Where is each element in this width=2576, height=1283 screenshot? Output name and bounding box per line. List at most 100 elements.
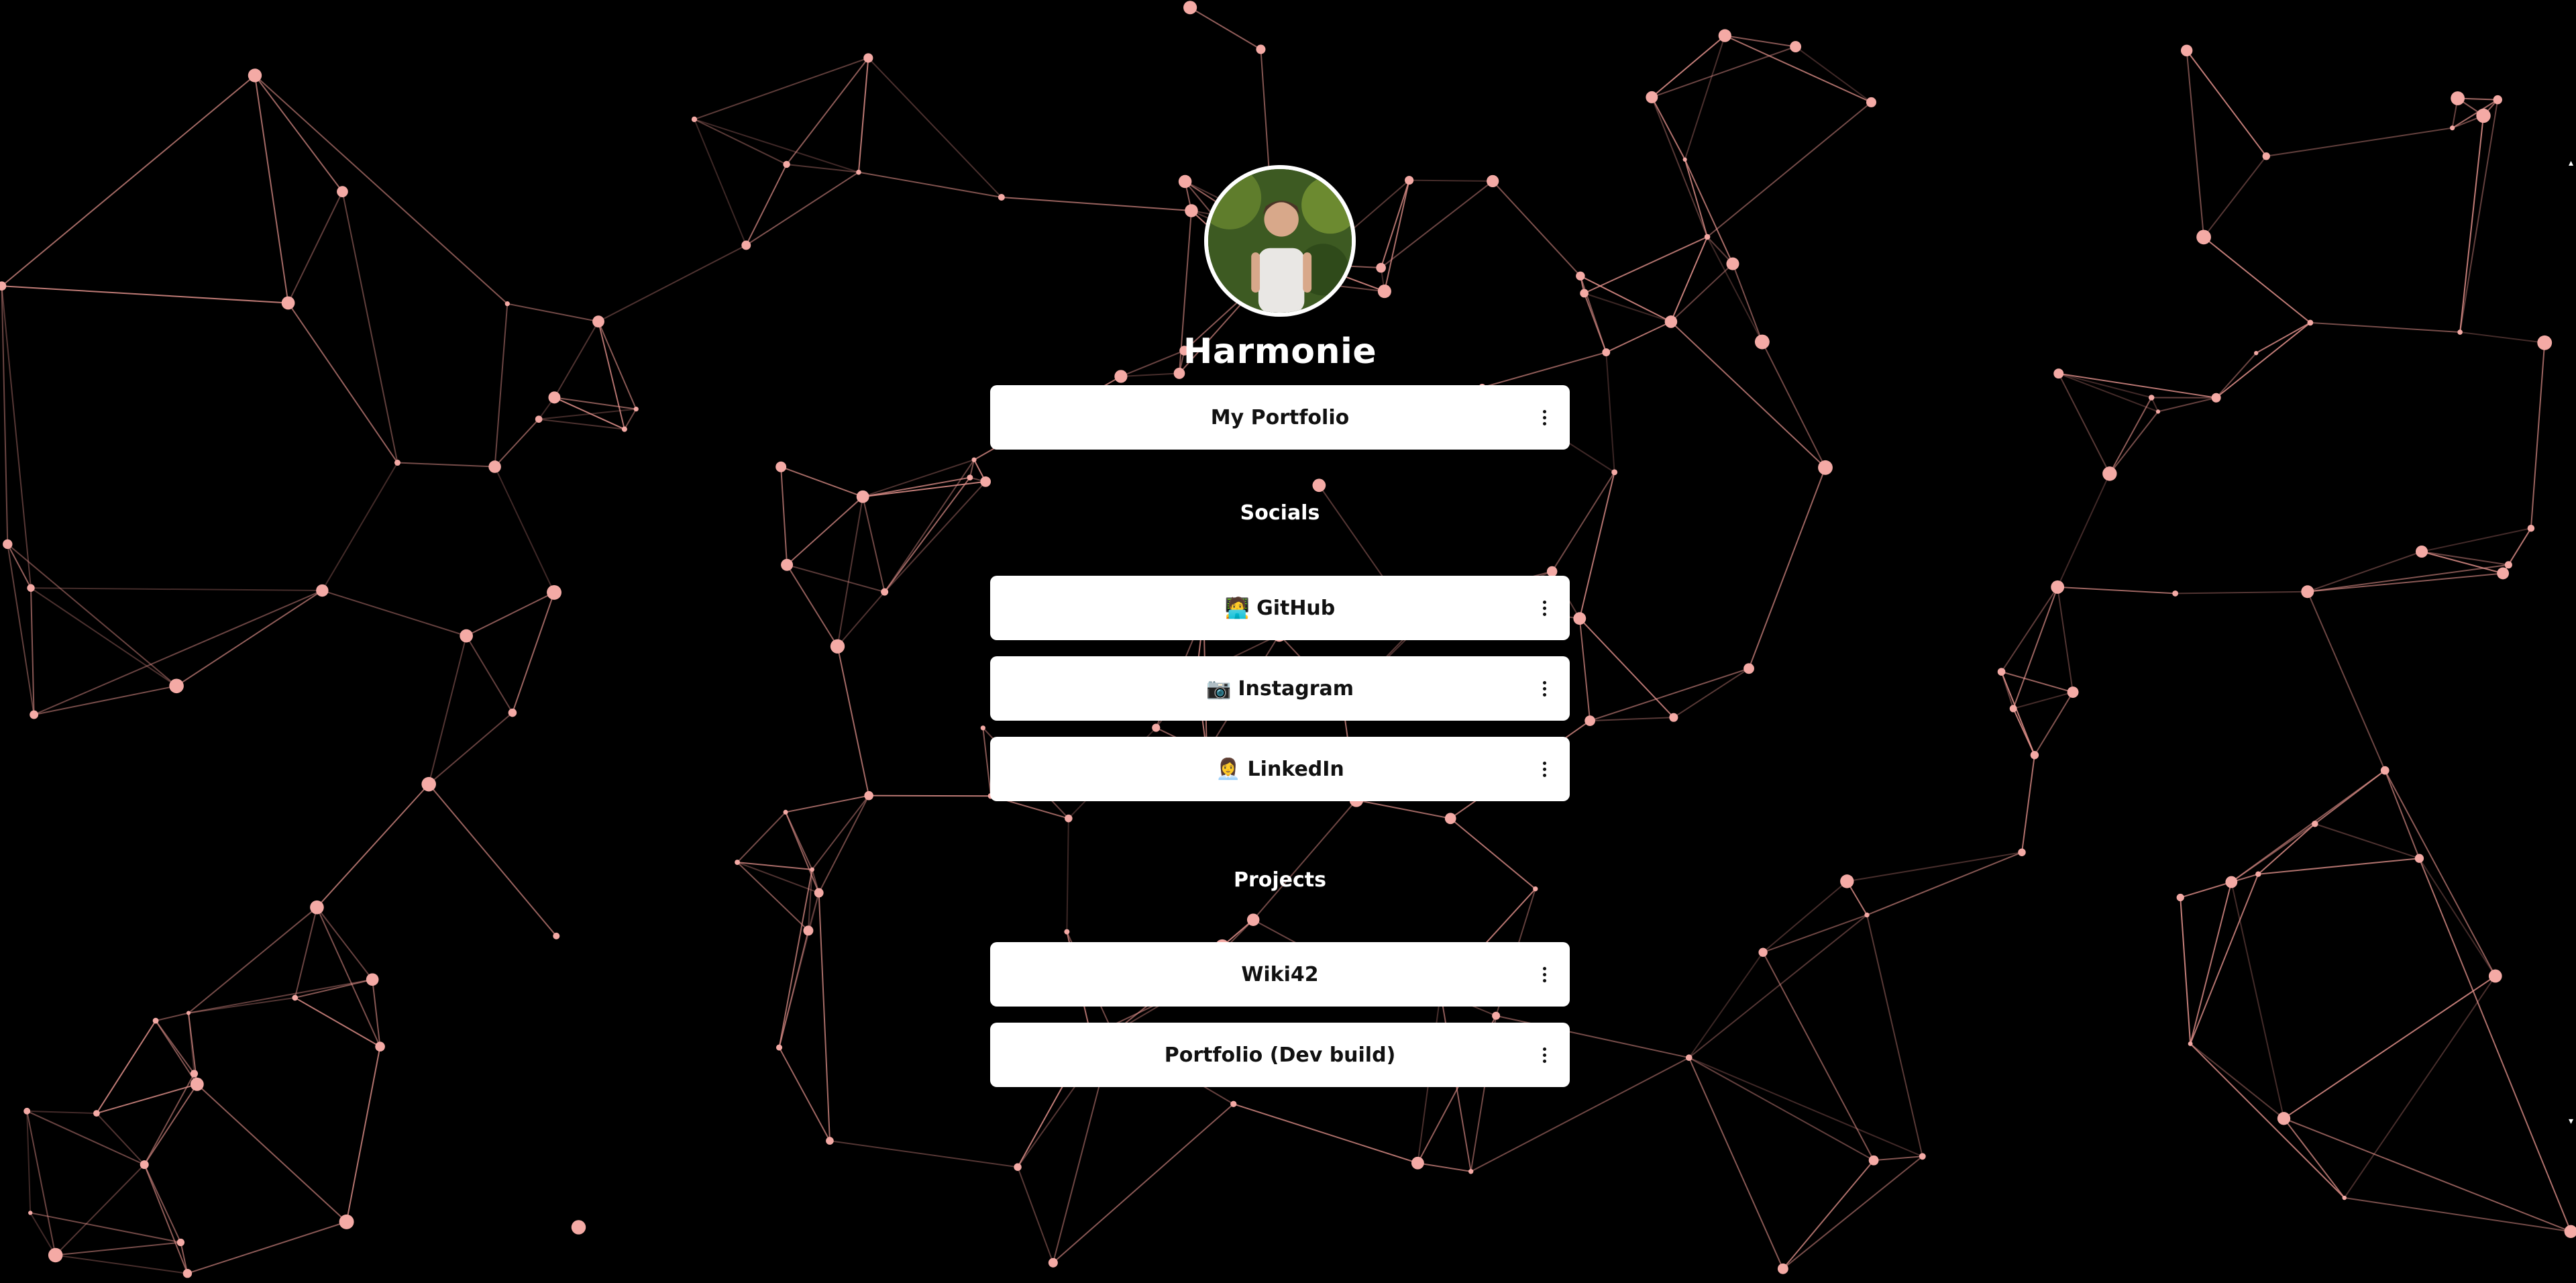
github-link-button[interactable]: 🧑‍💻 GitHub: [990, 576, 1570, 640]
network-node: [553, 932, 560, 939]
network-node: [2225, 876, 2238, 888]
network-node: [633, 407, 639, 412]
network-line: [778, 1047, 830, 1141]
network-node: [2493, 95, 2502, 105]
network-line: [2203, 156, 2267, 238]
network-line: [1, 286, 9, 544]
network-node: [741, 240, 751, 250]
kebab-menu-icon[interactable]: [1536, 404, 1552, 431]
avatar-photo: [1208, 169, 1352, 313]
network-line: [2057, 586, 2074, 692]
network-line: [1578, 472, 1615, 619]
scroll-up-arrow-icon[interactable]: ▴: [2569, 158, 2573, 168]
network-node: [2415, 545, 2428, 558]
network-node: [504, 301, 510, 307]
network-node: [2255, 871, 2261, 877]
network-node: [783, 160, 790, 168]
network-node: [2450, 125, 2455, 131]
network-line: [34, 590, 323, 716]
network-node: [460, 629, 473, 643]
network-node: [1818, 460, 1833, 475]
scroll-down-arrow-icon[interactable]: ▾: [2569, 1117, 2573, 1126]
network-line: [1782, 1156, 1923, 1270]
network-line: [1584, 236, 1708, 294]
portfolio-dev-build-link-button[interactable]: Portfolio (Dev build): [990, 1023, 1570, 1087]
network-line: [2000, 586, 2059, 672]
network-line: [1866, 852, 2023, 916]
network-line: [254, 74, 508, 305]
network-line: [785, 811, 820, 893]
network-line: [1590, 717, 1674, 722]
network-line: [254, 74, 343, 193]
network-line: [144, 1084, 198, 1166]
network-node: [1048, 1258, 1058, 1268]
network-node: [28, 1211, 33, 1215]
kebab-menu-icon[interactable]: [1536, 595, 1552, 621]
network-line: [1782, 1160, 1874, 1270]
network-line: [2384, 770, 2496, 977]
network-line: [2257, 823, 2316, 875]
kebab-menu-icon[interactable]: [1536, 1041, 1552, 1068]
network-node: [2342, 1195, 2347, 1200]
network-line: [155, 1012, 189, 1022]
network-line: [2203, 236, 2311, 323]
network-line: [811, 795, 869, 870]
kebab-menu-icon[interactable]: [1536, 961, 1552, 988]
network-node: [980, 725, 985, 731]
network-line: [780, 466, 863, 498]
network-node: [182, 1269, 193, 1278]
network-node: [1468, 1169, 1474, 1174]
network-node: [2018, 848, 2026, 856]
network-line: [837, 646, 870, 796]
network-node: [1646, 91, 1658, 103]
instagram-link-button[interactable]: 📷 Instagram: [990, 656, 1570, 721]
network-line: [428, 712, 513, 785]
network-line: [858, 171, 1002, 198]
linkedin-link-button[interactable]: 👩‍💼 LinkedIn: [990, 737, 1570, 801]
wiki42-link-button[interactable]: Wiki42: [990, 942, 1570, 1007]
network-line: [2231, 770, 2385, 883]
network-line: [1707, 101, 1872, 238]
network-node: [190, 1070, 199, 1078]
network-line: [466, 635, 513, 713]
network-node: [1602, 348, 1611, 357]
network-node: [2488, 969, 2502, 983]
network-line: [863, 476, 971, 498]
network-line: [1684, 159, 1733, 264]
network-node: [1864, 912, 1870, 918]
network-line: [818, 892, 830, 1141]
network-node: [248, 68, 262, 83]
network-node: [826, 1137, 834, 1145]
network-line: [1673, 668, 1750, 719]
network-line: [26, 1111, 56, 1255]
network-line: [2421, 527, 2532, 552]
network-line: [883, 481, 986, 593]
network-node: [27, 584, 35, 592]
network-line: [26, 1110, 145, 1166]
network-line: [254, 75, 289, 303]
network-node: [508, 708, 517, 717]
network-line: [428, 635, 468, 784]
kebab-menu-icon[interactable]: [1536, 675, 1552, 702]
kebab-menu-icon[interactable]: [1536, 756, 1552, 782]
network-node: [2102, 466, 2117, 481]
network-node: [2155, 409, 2161, 414]
network-line: [2343, 975, 2496, 1198]
network-line: [188, 978, 373, 1014]
network-node: [152, 1017, 159, 1024]
network-line: [2108, 397, 2153, 474]
network-line: [2306, 591, 2386, 771]
network-line: [863, 480, 986, 498]
network-node: [1411, 1156, 1424, 1170]
network-line: [2190, 882, 2233, 1044]
network-node: [1664, 315, 1678, 328]
network-node: [810, 867, 814, 872]
network-line: [397, 462, 495, 468]
network-node: [488, 460, 501, 473]
network-node: [375, 1041, 385, 1052]
network-line: [694, 118, 788, 165]
portfolio-link-button[interactable]: My Portfolio: [990, 385, 1570, 450]
network-line: [869, 794, 991, 797]
network-line: [2215, 322, 2311, 399]
network-node: [366, 973, 379, 986]
